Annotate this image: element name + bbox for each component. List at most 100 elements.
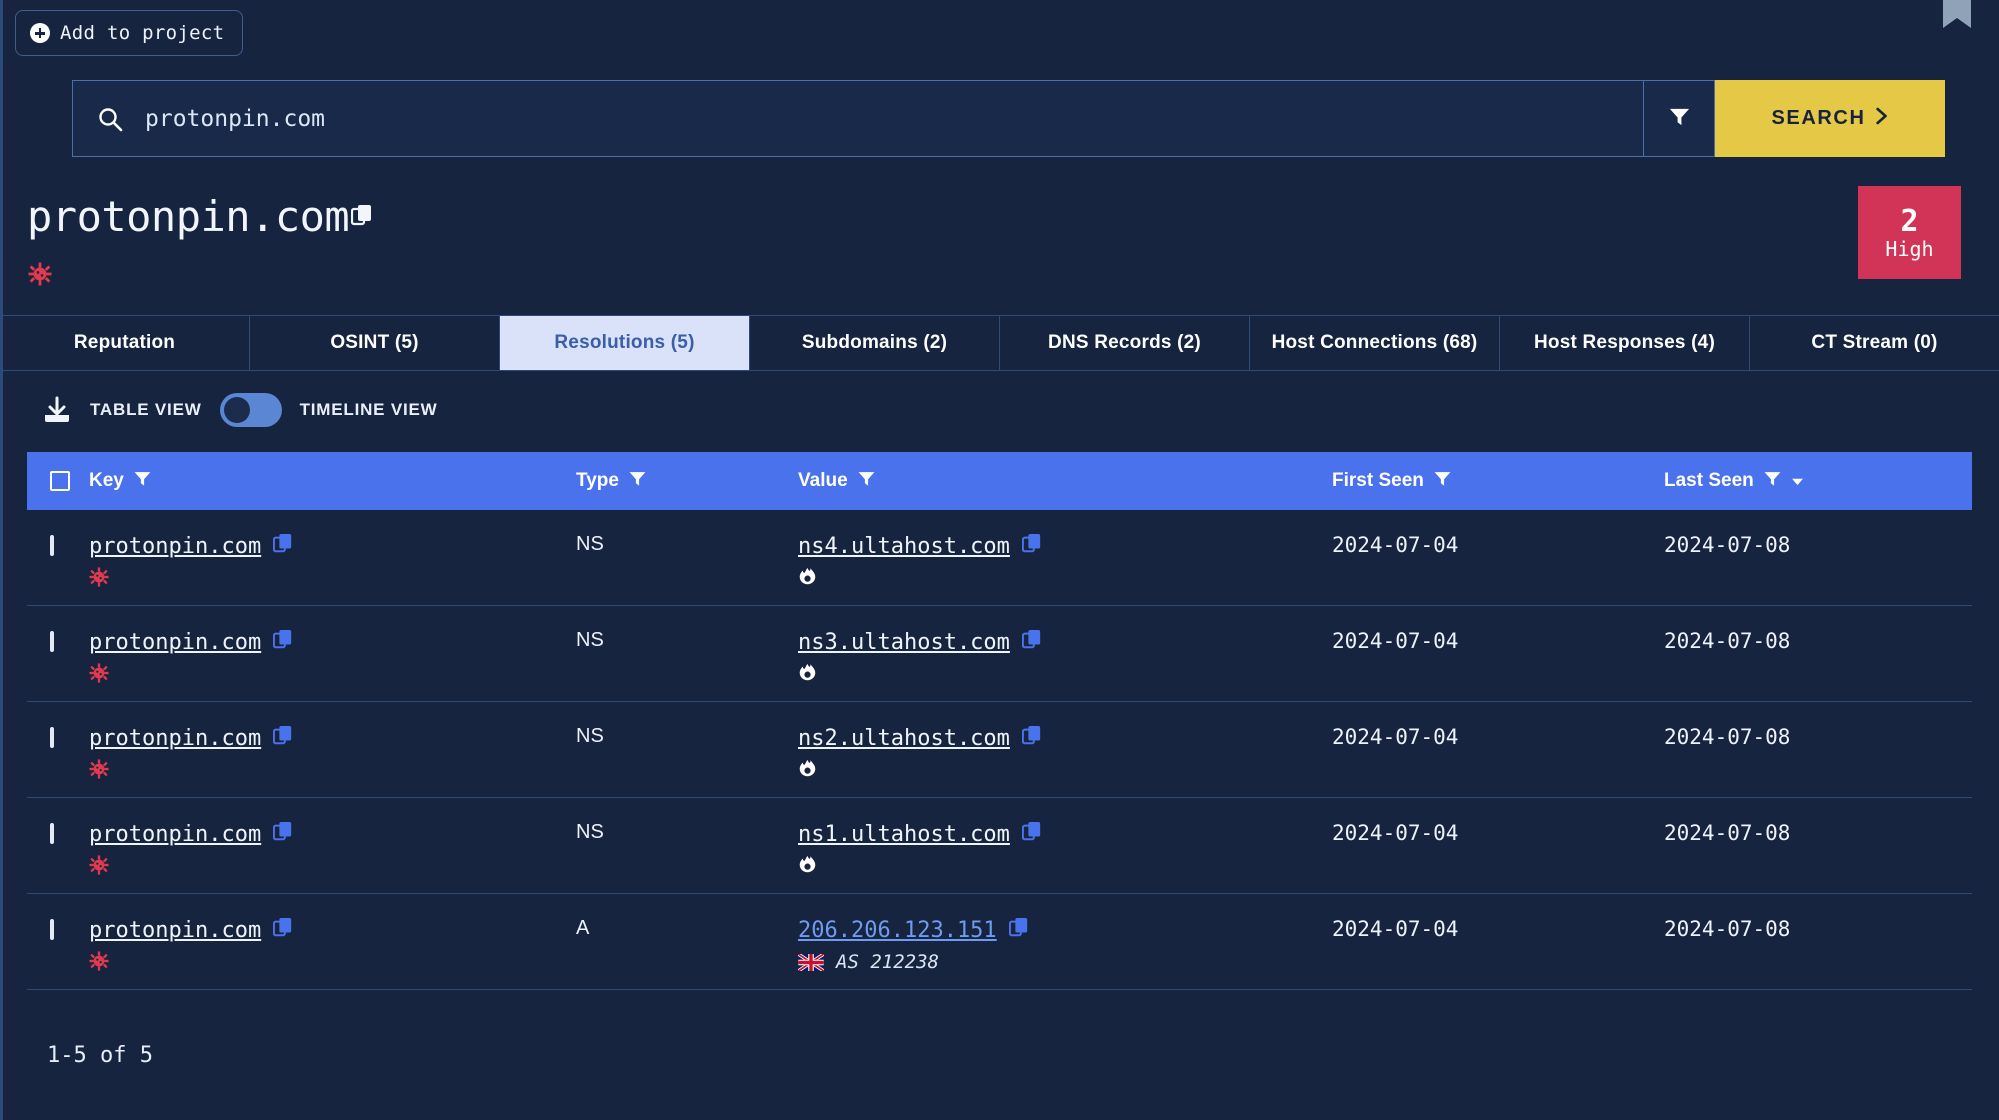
copy-icon[interactable] <box>1021 821 1042 848</box>
cell-type: A <box>576 917 798 940</box>
key-link[interactable]: protonpin.com <box>89 534 261 559</box>
tab-resolutions-5[interactable]: Resolutions (5) <box>500 316 750 370</box>
tab-host-connections-68[interactable]: Host Connections (68) <box>1250 316 1500 370</box>
cell-value: ns1.ultahost.com <box>798 821 1332 879</box>
select-all-cell <box>27 471 89 491</box>
app-root: Add to project SEARCH protonpin.com <box>0 0 1999 1120</box>
flame-icon <box>798 663 817 687</box>
table-row[interactable]: protonpin.com NS ns3.ultahost.com 2024-07-0… <box>27 606 1972 702</box>
bookmark-icon[interactable] <box>1943 0 1971 32</box>
value-link[interactable]: ns3.ultahost.com <box>798 630 1010 655</box>
first-seen-value: 2024-07-04 <box>1332 533 1459 557</box>
virus-icon <box>89 951 109 976</box>
first-seen-value: 2024-07-04 <box>1332 725 1459 749</box>
column-header-last-seen[interactable]: Last Seen <box>1664 469 1964 494</box>
download-icon[interactable] <box>42 395 72 425</box>
flame-icon <box>798 567 817 591</box>
select-all-checkbox[interactable] <box>50 471 70 491</box>
cell-key: protonpin.com <box>89 725 576 784</box>
copy-icon[interactable] <box>273 629 293 656</box>
value-link[interactable]: ns2.ultahost.com <box>798 726 1010 751</box>
search-button[interactable]: SEARCH <box>1715 80 1945 157</box>
sort-desc-icon[interactable] <box>1791 470 1804 492</box>
cell-first-seen: 2024-07-04 <box>1332 533 1664 557</box>
toggle-knob <box>223 396 250 423</box>
add-to-project-button[interactable]: Add to project <box>15 10 244 56</box>
left-accent-border <box>0 0 3 1120</box>
key-link[interactable]: protonpin.com <box>89 726 261 751</box>
table-row[interactable]: protonpin.com NS ns2.ultahost.com 2024-07-0… <box>27 702 1972 798</box>
tab-dns-records-2[interactable]: DNS Records (2) <box>1000 316 1250 370</box>
column-header-key[interactable]: Key <box>89 469 576 494</box>
row-checkbox[interactable] <box>50 727 54 748</box>
last-seen-value: 2024-07-08 <box>1664 725 1791 749</box>
copy-icon[interactable] <box>273 725 293 752</box>
add-to-project-label: Add to project <box>60 22 225 44</box>
row-checkbox[interactable] <box>50 919 54 940</box>
row-checkbox[interactable] <box>50 631 54 652</box>
column-label-first-seen: First Seen <box>1332 470 1424 491</box>
virus-icon <box>28 262 52 291</box>
key-link[interactable]: protonpin.com <box>89 630 261 655</box>
cell-type: NS <box>576 725 798 748</box>
view-toolbar: TABLE VIEW TIMELINE VIEW <box>0 371 1999 448</box>
tab-label: Host Responses (4) <box>1534 332 1715 353</box>
cell-key: protonpin.com <box>89 629 576 688</box>
search-filter-button[interactable] <box>1644 80 1715 157</box>
copy-icon[interactable] <box>1021 533 1042 560</box>
column-header-value[interactable]: Value <box>798 469 1332 494</box>
copy-icon[interactable] <box>273 533 293 560</box>
virus-icon <box>89 759 109 784</box>
virus-icon <box>89 567 109 592</box>
cell-last-seen: 2024-07-08 <box>1664 533 1964 557</box>
filter-funnel-icon[interactable] <box>133 469 152 494</box>
filter-funnel-icon[interactable] <box>857 469 876 494</box>
key-link[interactable]: protonpin.com <box>89 822 261 847</box>
row-select-cell <box>27 533 89 556</box>
row-checkbox[interactable] <box>50 823 54 844</box>
value-link[interactable]: 206.206.123.151 <box>798 918 997 943</box>
tab-bar: Reputation OSINT (5) Resolutions (5) Subdom… <box>0 315 1999 371</box>
column-header-type[interactable]: Type <box>576 469 798 494</box>
risk-score-level: High <box>1885 236 1934 261</box>
last-seen-value: 2024-07-08 <box>1664 533 1791 557</box>
row-checkbox[interactable] <box>50 535 54 556</box>
tab-reputation[interactable]: Reputation <box>0 316 250 370</box>
copy-icon[interactable] <box>273 821 293 848</box>
value-link[interactable]: ns4.ultahost.com <box>798 534 1010 559</box>
asn-label: AS 212238 <box>836 951 939 973</box>
view-mode-toggle[interactable] <box>219 392 282 427</box>
copy-icon[interactable] <box>273 917 293 944</box>
search-field-wrapper[interactable] <box>72 80 1644 157</box>
table-row[interactable]: protonpin.com NS ns1.ultahost.com 2024-07-0… <box>27 798 1972 894</box>
type-value: NS <box>576 629 604 651</box>
tab-label: Resolutions (5) <box>554 332 695 353</box>
cell-key: protonpin.com <box>89 821 576 880</box>
filter-funnel-icon[interactable] <box>1433 469 1452 494</box>
key-link[interactable]: protonpin.com <box>89 918 261 943</box>
filter-funnel-icon[interactable] <box>628 469 647 494</box>
search-input[interactable] <box>145 105 1545 132</box>
table-header-row: Key Type Value First Seen Last Seen <box>27 452 1972 510</box>
chevron-right-icon <box>1875 107 1889 131</box>
table-row[interactable]: protonpin.com NS ns4.ultahost.com 2024-07-0… <box>27 510 1972 606</box>
tab-subdomains-2[interactable]: Subdomains (2) <box>750 316 1000 370</box>
value-link[interactable]: ns1.ultahost.com <box>798 822 1010 847</box>
copy-icon[interactable] <box>351 204 373 233</box>
tab-label: OSINT (5) <box>330 332 419 353</box>
uk-flag-icon <box>797 952 825 972</box>
cell-key: protonpin.com <box>89 917 576 976</box>
copy-icon[interactable] <box>1021 629 1042 656</box>
tab-ct-stream-0[interactable]: CT Stream (0) <box>1750 316 1999 370</box>
filter-funnel-icon <box>1668 105 1691 133</box>
table-body: protonpin.com NS ns4.ultahost.com 2024-07-0… <box>27 510 1972 990</box>
cell-type: NS <box>576 821 798 844</box>
tab-host-responses-4[interactable]: Host Responses (4) <box>1500 316 1750 370</box>
filter-funnel-icon[interactable] <box>1763 469 1782 494</box>
copy-icon[interactable] <box>1008 917 1029 944</box>
column-header-first-seen[interactable]: First Seen <box>1332 469 1664 494</box>
type-value: NS <box>576 725 604 747</box>
table-row[interactable]: protonpin.com A 206.206.123.151 AS 212238 20… <box>27 894 1972 990</box>
copy-icon[interactable] <box>1021 725 1042 752</box>
tab-osint-5[interactable]: OSINT (5) <box>250 316 500 370</box>
